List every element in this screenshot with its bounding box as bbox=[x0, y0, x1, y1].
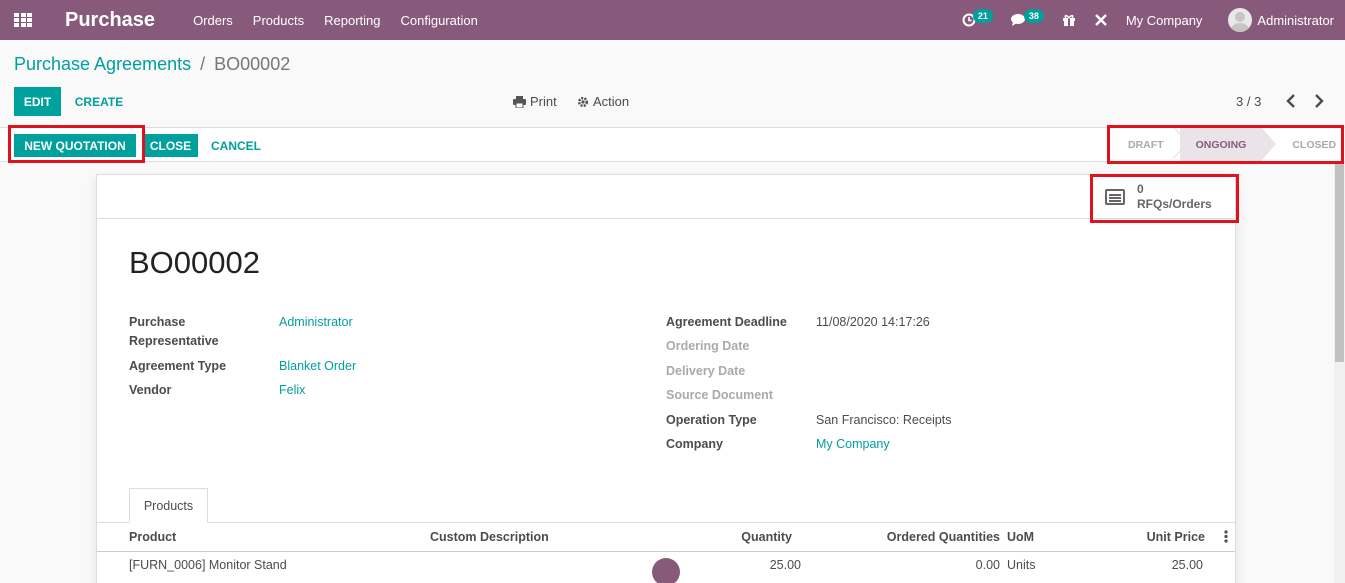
breadcrumb: Purchase Agreements / BO00002 bbox=[14, 54, 290, 75]
field-value-agreement-deadline[interactable]: 11/08/2020 14:17:26 bbox=[816, 313, 930, 332]
column-header-ordered-quantities[interactable]: Ordered Quantities bbox=[857, 530, 1000, 544]
field-value-vendor[interactable]: Felix bbox=[279, 381, 305, 400]
field-value-agreement-type[interactable]: Blanket Order bbox=[279, 357, 356, 376]
column-header-custom-description[interactable]: Custom Description bbox=[430, 530, 549, 544]
rfq-label: RFQs/Orders bbox=[1137, 197, 1212, 211]
breadcrumb-separator: / bbox=[200, 54, 206, 74]
cell-product[interactable]: [FURN_0006] Monitor Stand bbox=[129, 558, 287, 572]
field-label-purchase-representative: Purchase Representative bbox=[129, 315, 219, 348]
field-label-company: Company bbox=[666, 437, 723, 451]
gift-icon bbox=[1062, 14, 1075, 26]
chevron-left-icon bbox=[1286, 94, 1295, 108]
pager-value[interactable]: 3 / 3 bbox=[1236, 94, 1261, 109]
tab-products[interactable]: Products bbox=[129, 488, 208, 523]
close-agreement-button[interactable]: CLOSE bbox=[143, 134, 198, 157]
chevron-right-icon bbox=[1315, 94, 1324, 108]
pager-previous-button[interactable] bbox=[1284, 92, 1298, 110]
apps-menu-icon[interactable] bbox=[0, 0, 46, 40]
action-button[interactable]: Action bbox=[577, 94, 629, 109]
gear-icon bbox=[577, 96, 589, 107]
list-icon bbox=[1105, 189, 1125, 205]
activity-menu[interactable]: 21 bbox=[962, 9, 993, 27]
pager-next-button[interactable] bbox=[1312, 92, 1326, 110]
printer-icon bbox=[513, 95, 526, 108]
column-header-quantity[interactable]: Quantity bbox=[697, 530, 792, 544]
field-label-source-document: Source Document bbox=[666, 388, 773, 402]
gift-button[interactable] bbox=[1062, 13, 1076, 27]
field-label-agreement-type: Agreement Type bbox=[129, 359, 227, 373]
new-quotation-button[interactable]: NEW QUOTATION bbox=[14, 134, 136, 157]
user-name: Administrator bbox=[1257, 12, 1334, 28]
status-stages: DRAFT ONGOING CLOSED bbox=[1112, 128, 1345, 161]
vertical-ellipsis-icon bbox=[1224, 530, 1228, 543]
edit-button[interactable]: EDIT bbox=[14, 87, 61, 116]
message-count-badge: 38 bbox=[1023, 9, 1044, 23]
menu-orders[interactable]: Orders bbox=[193, 13, 233, 28]
form-statusbar: NEW QUOTATION CLOSE CANCEL DRAFT ONGOING… bbox=[0, 127, 1345, 162]
activity-count-badge: 21 bbox=[972, 9, 993, 23]
cell-unit-price[interactable]: 25.00 bbox=[1097, 558, 1203, 572]
menu-reporting[interactable]: Reporting bbox=[324, 13, 380, 28]
rfq-orders-smart-button[interactable]: 0 RFQs/Orders bbox=[1093, 177, 1233, 217]
field-label-delivery-date: Delivery Date bbox=[666, 364, 746, 378]
print-button[interactable]: Print bbox=[513, 94, 557, 109]
field-label-agreement-deadline: Agreement Deadline bbox=[666, 315, 787, 329]
rfq-count: 0 bbox=[1137, 182, 1144, 196]
top-navbar: Purchase Orders Products Reporting Confi… bbox=[0, 0, 1345, 40]
avatar bbox=[1228, 8, 1253, 32]
form-sheet: 0 RFQs/Orders BO00002 Purchase Represent… bbox=[96, 174, 1236, 583]
page-scrollbar[interactable] bbox=[1334, 162, 1345, 583]
action-label: Action bbox=[593, 94, 630, 109]
field-label-ordering-date: Ordering Date bbox=[666, 339, 750, 353]
field-label-vendor: Vendor bbox=[129, 383, 172, 397]
user-menu[interactable]: Administrator bbox=[1228, 8, 1334, 32]
record-title: BO00002 bbox=[129, 245, 260, 280]
cell-quantity[interactable]: 25.00 bbox=[697, 558, 801, 572]
cell-ordered-quantities[interactable]: 0.00 bbox=[857, 558, 1000, 572]
print-label: Print bbox=[530, 94, 557, 109]
stage-draft[interactable]: DRAFT bbox=[1112, 128, 1180, 161]
field-label-operation-type: Operation Type bbox=[666, 413, 757, 427]
menu-configuration[interactable]: Configuration bbox=[400, 13, 477, 28]
field-value-company[interactable]: My Company bbox=[816, 435, 890, 454]
debug-tools-button[interactable] bbox=[1094, 13, 1108, 27]
breadcrumb-parent[interactable]: Purchase Agreements bbox=[14, 54, 191, 74]
create-button[interactable]: CREATE bbox=[66, 87, 132, 116]
smart-button-box: 0 RFQs/Orders bbox=[97, 175, 1235, 219]
column-header-product[interactable]: Product bbox=[129, 530, 176, 544]
breadcrumb-current: BO00002 bbox=[214, 54, 291, 74]
cancel-agreement-button[interactable]: CANCEL bbox=[204, 134, 268, 157]
column-header-unit-price[interactable]: Unit Price bbox=[1097, 530, 1205, 544]
app-name: Purchase bbox=[65, 8, 156, 31]
scrollbar-thumb[interactable] bbox=[1335, 162, 1344, 362]
cursor-indicator bbox=[652, 558, 680, 583]
optional-columns-toggle[interactable] bbox=[1224, 530, 1230, 546]
field-value-operation-type[interactable]: San Francisco: Receipts bbox=[816, 411, 951, 430]
menu-products[interactable]: Products bbox=[253, 13, 304, 28]
stage-closed[interactable]: CLOSED bbox=[1262, 128, 1345, 161]
company-switcher[interactable]: My Company bbox=[1126, 13, 1203, 28]
cell-uom[interactable]: Units bbox=[1007, 558, 1035, 572]
tab-divider bbox=[97, 522, 1235, 523]
field-value-purchase-representative[interactable]: Administrator bbox=[279, 313, 353, 332]
tools-icon bbox=[1094, 14, 1107, 26]
stage-ongoing[interactable]: ONGOING bbox=[1179, 128, 1277, 161]
messaging-menu[interactable]: 38 bbox=[1010, 9, 1044, 27]
column-header-uom[interactable]: UoM bbox=[1007, 530, 1034, 544]
